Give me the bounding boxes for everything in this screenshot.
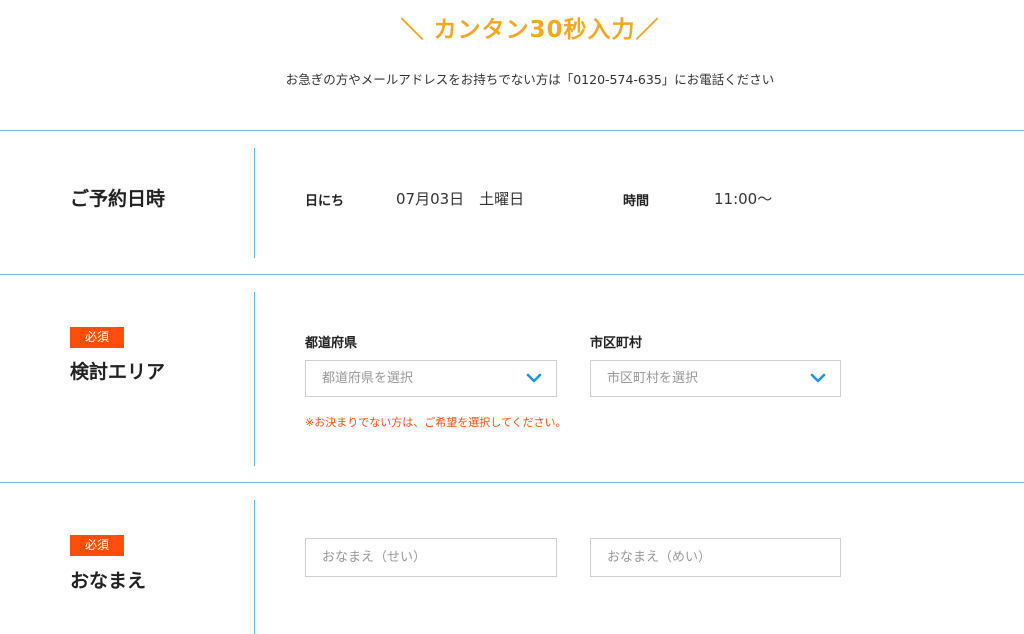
prefecture-label: 都道府県 (305, 336, 358, 351)
city-placeholder: 市区町村を選択 (607, 371, 699, 386)
phone-notice: お急ぎの方やメールアドレスをお持ちでない方は「0120-574-635」にお電話… (285, 72, 775, 87)
prefecture-select[interactable]: 都道府県を選択 (305, 360, 557, 397)
divider (0, 274, 1024, 275)
time-label: 時間 (623, 194, 650, 209)
reservation-label: ご予約日時 (70, 188, 166, 210)
chevron-down-icon (810, 373, 826, 383)
divider-top (0, 130, 1024, 131)
chevron-down-icon (526, 373, 542, 383)
required-badge: 必須 (70, 327, 124, 348)
required-badge: 必須 (70, 535, 124, 556)
city-label: 市区町村 (590, 336, 643, 351)
prefecture-placeholder: 都道府県を選択 (322, 371, 414, 386)
date-value: 07月03日 土曜日 (396, 190, 525, 208)
column-divider (254, 292, 255, 466)
area-label: 検討エリア (70, 361, 166, 383)
date-label: 日にち (305, 194, 345, 209)
first-name-input[interactable] (590, 538, 841, 577)
divider (0, 482, 1024, 483)
city-select[interactable]: 市区町村を選択 (590, 360, 841, 397)
last-name-input[interactable] (305, 538, 557, 577)
time-value: 11:00〜 (714, 190, 773, 208)
column-divider (254, 500, 255, 634)
area-note: ※お決まりでない方は、ご希望を選択してください。 (305, 416, 567, 429)
form-headline: ＼ カンタン30秒入力／ (400, 17, 660, 43)
column-divider (254, 148, 255, 258)
name-label: おなまえ (70, 570, 147, 592)
